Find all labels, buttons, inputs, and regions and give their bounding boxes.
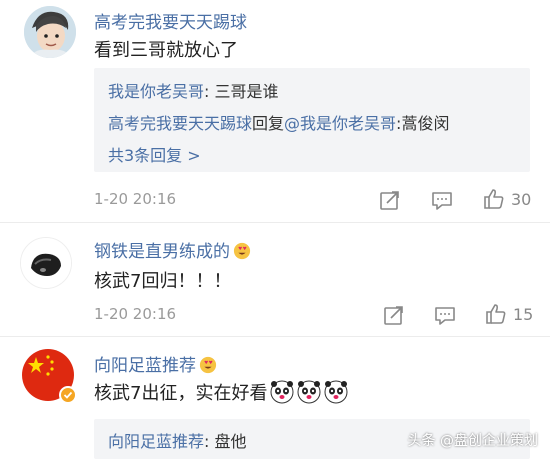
reply-box[interactable]: 我是你老吴哥: 三哥是谁 高考完我要天天踢球回复@我是你老吴哥:蒿俊闵 共3条回…	[94, 68, 530, 172]
username[interactable]: 高考完我要天天踢球	[94, 8, 247, 33]
comment-text-body: 核武7出征，实在好看	[94, 383, 268, 404]
thumbs-up-icon[interactable]	[482, 187, 506, 211]
avatar[interactable]	[24, 6, 76, 58]
username[interactable]: 钢铁是直男练成的	[94, 237, 251, 262]
reply-line[interactable]: 向阳足蓝推荐: 盘他	[108, 428, 247, 452]
heart-eyes-emoji-icon	[199, 356, 217, 374]
username-text[interactable]: 向阳足蓝推荐	[94, 356, 196, 376]
panda-emoji-icon	[297, 380, 321, 404]
share-icon[interactable]	[378, 188, 402, 212]
timestamp: 1-20 20:16	[94, 190, 177, 208]
reply-line[interactable]: 高考完我要天天踢球回复@我是你老吴哥:蒿俊闵	[108, 110, 449, 134]
reply-text: : 三哥是谁	[204, 82, 279, 101]
reply-text: :蒿俊闵	[396, 114, 450, 133]
reply-author[interactable]: 高考完我要天天踢球	[108, 114, 252, 133]
comment-text: 核武7出征，实在好看	[94, 379, 348, 405]
thumbs-up-icon[interactable]	[484, 302, 508, 326]
heart-eyes-emoji-icon	[233, 242, 251, 260]
reply-verb: 回复	[252, 114, 285, 133]
like-count: 15	[513, 305, 534, 324]
username[interactable]: 向阳足蓝推荐	[94, 351, 217, 376]
comment-icon[interactable]	[433, 303, 457, 327]
like-count: 30	[511, 190, 532, 209]
reply-mention[interactable]: @我是你老吴哥	[284, 114, 396, 133]
flag-avatar-icon	[22, 349, 77, 404]
panda-emoji-icon	[270, 380, 294, 404]
reply-author[interactable]: 我是你老吴哥	[108, 82, 204, 101]
comment-item: 钢铁是直男练成的 核武7回归！！！ 1-20 20:16 15	[0, 223, 550, 333]
comment-text: 看到三哥就放心了	[94, 40, 238, 61]
panda-emoji-icon	[324, 380, 348, 404]
silhouette-avatar-icon	[21, 238, 71, 288]
timestamp: 1-20 20:16	[94, 305, 177, 323]
comment-text: 核武7回归！！！	[94, 271, 232, 292]
cartoon-face-icon	[24, 6, 76, 58]
reply-line[interactable]: 我是你老吴哥: 三哥是谁	[108, 78, 279, 102]
share-icon[interactable]	[382, 303, 406, 327]
avatar[interactable]	[20, 237, 72, 289]
comment-item: 高考完我要天天踢球 看到三哥就放心了 我是你老吴哥: 三哥是谁 高考完我要天天踢…	[0, 0, 550, 220]
watermark: 头条 @盘创企业策划	[407, 433, 538, 449]
verified-badge-icon	[59, 386, 77, 404]
reply-text: : 盘他	[204, 432, 247, 451]
more-replies-link[interactable]: 共3条回复 >	[108, 142, 201, 166]
reply-author[interactable]: 向阳足蓝推荐	[108, 432, 204, 451]
avatar[interactable]	[22, 349, 77, 404]
comment-icon[interactable]	[430, 188, 454, 212]
username-text[interactable]: 钢铁是直男练成的	[94, 242, 230, 262]
